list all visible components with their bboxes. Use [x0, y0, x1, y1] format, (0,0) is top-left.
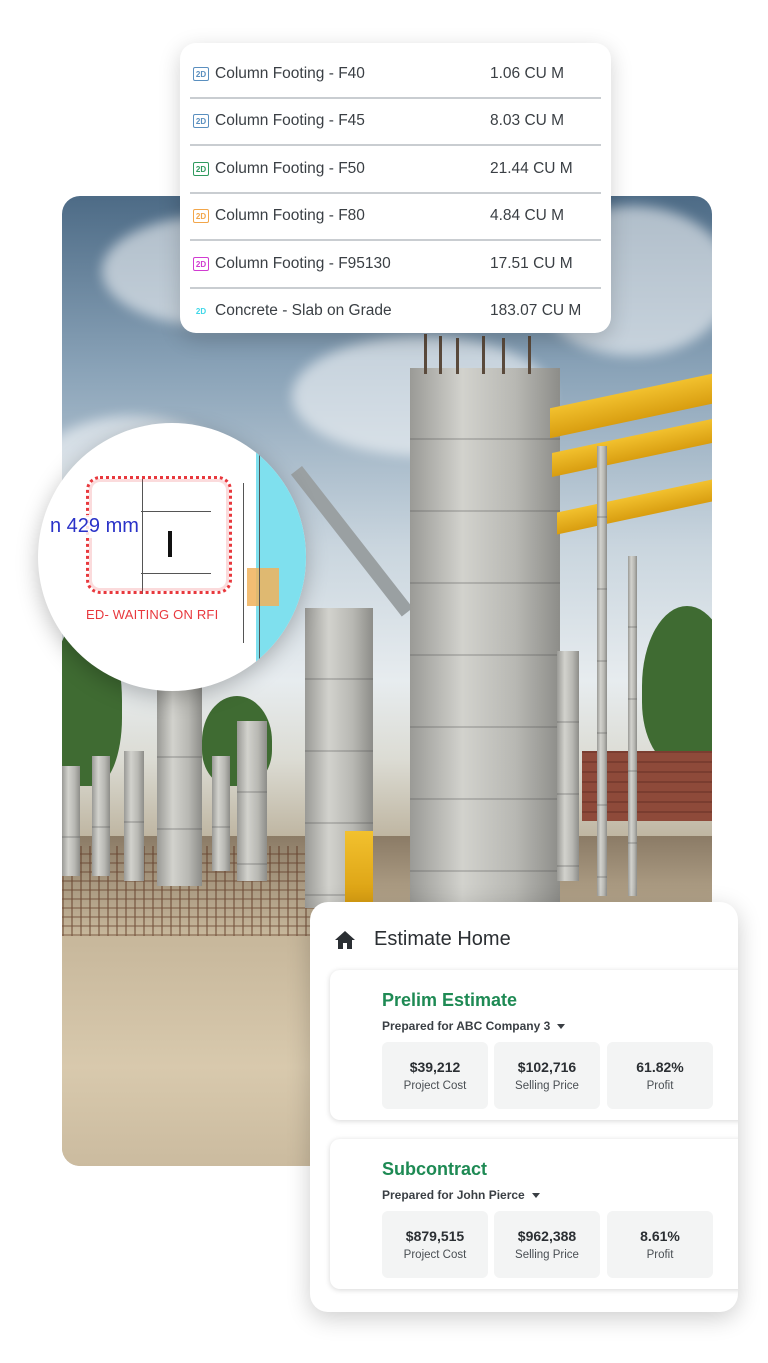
prepared-for-label: Prepared for John Pierce	[382, 1188, 525, 1202]
highlight-area	[247, 568, 279, 606]
estimate-home-panel: Estimate Home Prelim Estimate Prepared f…	[310, 902, 738, 1312]
item-quantity: 4.84 CU M	[490, 207, 565, 225]
concrete-column	[62, 766, 80, 876]
list-item[interactable]: 2D Concrete - Slab on Grade 183.07 CU M	[190, 289, 601, 335]
stat-value: 61.82%	[636, 1059, 684, 1075]
yellow-formwork-beam	[557, 479, 712, 535]
concrete-column	[212, 756, 230, 871]
stat-value: $102,716	[517, 1059, 577, 1075]
2d-badge-icon: 2D	[193, 209, 209, 224]
stat-label: Profit	[646, 1080, 674, 1092]
item-quantity: 1.06 CU M	[490, 64, 565, 82]
list-item[interactable]: 2D Column Footing - F50 21.44 CU M	[190, 146, 601, 194]
dimension-label: n 429 mm	[48, 515, 141, 538]
chevron-down-icon	[531, 1192, 540, 1198]
concrete-column	[92, 756, 110, 876]
panel-title: Estimate Home	[374, 928, 511, 950]
yellow-formwork-panel	[345, 831, 373, 906]
estimate-name: Prelim Estimate	[382, 990, 518, 1010]
estimate-name: Subcontract	[382, 1159, 488, 1179]
crane-arm	[290, 466, 413, 617]
item-quantity: 17.51 CU M	[490, 254, 573, 272]
2d-badge-icon: 2D	[193, 256, 209, 271]
chevron-down-icon	[557, 1023, 566, 1029]
stat-tile-project-cost: $39,212 Project Cost	[382, 1042, 488, 1109]
home-icon[interactable]	[334, 930, 356, 950]
rebar	[482, 336, 485, 374]
2d-badge-icon: 2D	[193, 161, 209, 176]
prepared-for-dropdown[interactable]: Prepared for John Pierce	[382, 1188, 540, 1202]
tree	[642, 606, 712, 766]
concrete-column	[157, 686, 202, 886]
highlight-area	[256, 453, 306, 668]
stat-tile-selling-price: $102,716 Selling Price	[494, 1042, 600, 1109]
stat-tile-profit: 61.82% Profit	[607, 1042, 713, 1109]
list-item[interactable]: 2D Column Footing - F45 8.03 CU M	[190, 99, 601, 146]
drawing-line	[243, 483, 244, 643]
stat-tile-selling-price: $962,388 Selling Price	[494, 1211, 600, 1278]
rebar	[456, 338, 459, 374]
item-name: Column Footing - F95130	[215, 254, 391, 272]
concrete-column	[557, 651, 579, 881]
item-name: Column Footing - F50	[215, 159, 365, 177]
stat-tile-profit: 8.61% Profit	[607, 1211, 713, 1278]
concrete-column	[237, 721, 267, 881]
drawing-line	[259, 453, 260, 668]
prepared-for-dropdown[interactable]: Prepared for ABC Company 3	[382, 1019, 566, 1033]
stat-value: $39,212	[409, 1059, 461, 1075]
item-name: Concrete - Slab on Grade	[215, 302, 392, 320]
panel-header: Estimate Home	[334, 928, 511, 951]
stat-label: Selling Price	[515, 1080, 579, 1092]
item-name: Column Footing - F45	[215, 112, 365, 130]
rebar	[502, 338, 505, 374]
stat-value: $879,515	[405, 1228, 465, 1244]
drawing-markup-magnifier: n 429 mm ED- WAITING ON RFI	[38, 423, 306, 691]
item-quantity: 21.44 CU M	[490, 159, 573, 177]
estimate-card[interactable]: Prelim Estimate Prepared for ABC Company…	[330, 970, 738, 1120]
stat-value: $962,388	[517, 1228, 577, 1244]
quantity-takeoff-list: 2D Column Footing - F40 1.06 CU M 2D Col…	[180, 43, 611, 333]
item-name: Column Footing - F40	[215, 64, 365, 82]
list-item[interactable]: 2D Column Footing - F80 4.84 CU M	[190, 194, 601, 241]
prepared-for-label: Prepared for ABC Company 3	[382, 1019, 551, 1033]
markup-note: ED- WAITING ON RFI	[86, 607, 219, 622]
list-item[interactable]: 2D Column Footing - F40 1.06 CU M	[190, 51, 601, 99]
item-name: Column Footing - F80	[215, 207, 365, 225]
concrete-column	[124, 751, 144, 881]
rebar	[424, 334, 427, 374]
rebar	[528, 336, 531, 374]
stat-label: Project Cost	[403, 1249, 467, 1261]
stat-tile-project-cost: $879,515 Project Cost	[382, 1211, 488, 1278]
stat-label: Profit	[646, 1249, 674, 1261]
stat-value: 8.61%	[640, 1228, 680, 1244]
rebar	[439, 336, 442, 374]
2d-badge-icon: 2D	[193, 66, 209, 81]
concrete-column-front	[410, 368, 560, 908]
item-quantity: 183.07 CU M	[490, 302, 582, 320]
steel-prop	[628, 556, 637, 896]
list-item[interactable]: 2D Column Footing - F95130 17.51 CU M	[190, 241, 601, 289]
stat-label: Project Cost	[403, 1080, 467, 1092]
2d-badge-icon: 2D	[195, 307, 207, 317]
steel-prop	[597, 446, 607, 896]
estimate-card[interactable]: Subcontract Prepared for John Pierce $87…	[330, 1139, 738, 1289]
stat-label: Selling Price	[515, 1249, 579, 1261]
item-quantity: 8.03 CU M	[490, 112, 565, 130]
2d-badge-icon: 2D	[193, 114, 209, 129]
